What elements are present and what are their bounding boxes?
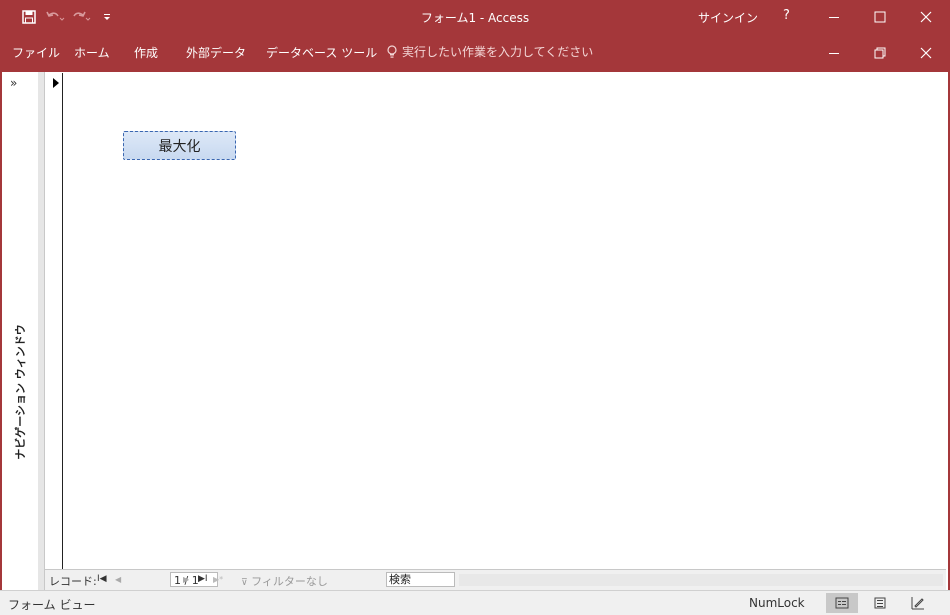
first-record-button[interactable]: I◀ [97, 574, 107, 584]
record-navigation-bar: レコード: I◀ ◀ 1 / 1 ▶ ▶I ▶* ⊽ フィルターなし 検索 [45, 569, 946, 590]
tell-me-search[interactable]: 実行したい作業を入力してください [386, 43, 593, 60]
previous-record-button[interactable]: ◀ [115, 575, 121, 584]
tab-file[interactable]: ファイル [12, 44, 60, 61]
close-button[interactable] [903, 0, 949, 34]
horizontal-scrollbar[interactable] [459, 574, 943, 586]
close-icon [920, 47, 932, 59]
tell-me-text: 実行したい作業を入力してください [402, 45, 594, 59]
help-button[interactable]: ? [783, 8, 790, 23]
layout-view-button[interactable] [864, 593, 896, 613]
form-view-icon [835, 597, 849, 609]
title-bar: フォーム1 - Access サインイン ? [0, 0, 950, 34]
minimize-icon [829, 17, 839, 18]
record-label: レコード: [49, 575, 97, 588]
filter-label: フィルターなし [251, 575, 328, 588]
sign-in-link[interactable]: サインイン [698, 9, 758, 26]
view-status: フォーム ビュー [8, 598, 96, 612]
tab-database-tools[interactable]: データベース ツール [266, 44, 377, 61]
form-view-button[interactable] [826, 593, 858, 613]
design-view-button[interactable] [902, 593, 934, 613]
status-bar: フォーム ビュー NumLock [0, 590, 950, 615]
doc-restore-button[interactable] [857, 38, 903, 68]
layout-view-icon [874, 597, 886, 609]
window-title: フォーム1 - Access [420, 11, 530, 25]
record-selector[interactable] [45, 73, 63, 569]
tab-home[interactable]: ホーム [74, 44, 110, 61]
doc-minimize-button[interactable] [811, 38, 857, 68]
next-record-button[interactable]: ▶ [183, 575, 189, 584]
ribbon-tab-bar: ファイル ホーム 作成 外部データ データベース ツール 実行したい作業を入力し… [0, 34, 950, 72]
new-record-button[interactable]: ▶* [213, 575, 223, 584]
maximize-icon [874, 11, 886, 23]
nav-splitter[interactable] [38, 72, 45, 590]
navigation-pane-label[interactable]: ナビゲーション ウィンドウ [12, 324, 28, 460]
minimize-icon [829, 53, 839, 54]
navigation-pane[interactable]: » ナビゲーション ウィンドウ [2, 72, 39, 590]
maximize-form-button[interactable]: 最大化 [123, 131, 236, 160]
design-view-icon [911, 597, 924, 610]
numlock-indicator: NumLock [749, 596, 805, 610]
minimize-button[interactable] [811, 0, 857, 34]
maximize-button[interactable] [857, 0, 903, 34]
search-input[interactable]: 検索 [386, 572, 455, 587]
filter-status[interactable]: ⊽ フィルターなし [241, 573, 328, 589]
doc-close-button[interactable] [903, 38, 949, 68]
tab-create[interactable]: 作成 [134, 44, 158, 61]
expand-nav-button[interactable]: » [10, 76, 17, 90]
current-record-icon [53, 78, 59, 88]
close-icon [920, 11, 932, 23]
tab-external-data[interactable]: 外部データ [186, 44, 246, 61]
restore-icon [874, 47, 886, 59]
current-record-input[interactable]: 1 / 1 [170, 572, 218, 587]
last-record-button[interactable]: ▶I [198, 574, 208, 584]
lightbulb-icon [387, 44, 397, 58]
filter-icon: ⊽ [241, 578, 248, 588]
